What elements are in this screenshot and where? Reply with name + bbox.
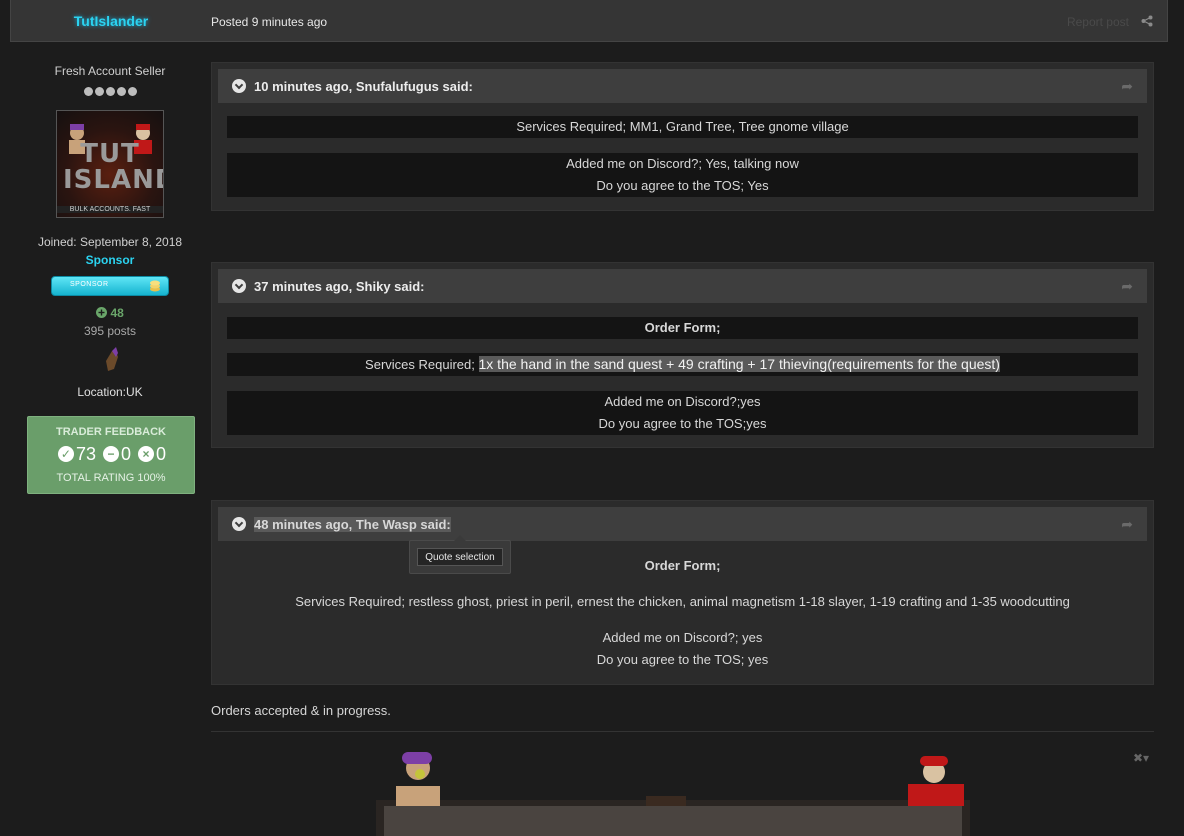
reputation-count: 48 bbox=[110, 306, 124, 320]
sponsor-badge: SPONSOR bbox=[51, 276, 169, 296]
avatar-subtitle: BULK ACCOUNTS. FAST bbox=[57, 206, 163, 213]
quote-citation: 10 minutes ago, Snufalufugus said: bbox=[254, 79, 473, 94]
feedback-title: TRADER FEEDBACK bbox=[56, 426, 166, 438]
joined-date: Joined: September 8, 2018 bbox=[37, 235, 183, 249]
banner-image[interactable] bbox=[376, 750, 970, 836]
go-to-post-icon[interactable]: ➦ bbox=[1121, 278, 1133, 295]
quote-line: Services Required; MM1, Grand Tree, Tree… bbox=[227, 116, 1138, 138]
services-prefix: Services Required; bbox=[365, 357, 479, 372]
services-line: Services Required; 1x the hand in the sa… bbox=[227, 353, 1138, 376]
services-line: Services Required; restless ghost, pries… bbox=[295, 594, 1070, 609]
chevron-down-icon[interactable] bbox=[232, 279, 246, 293]
posted-time[interactable]: Posted 9 minutes ago bbox=[211, 15, 327, 29]
post-count: 395 posts bbox=[83, 324, 137, 338]
quote-selection-tooltip: Quote selection bbox=[409, 535, 511, 574]
quote-block: 37 minutes ago, Shiky said: ➦ Order Form… bbox=[211, 262, 1154, 448]
go-to-post-icon[interactable]: ➦ bbox=[1121, 516, 1133, 533]
reputation[interactable]: 48 bbox=[10, 306, 210, 320]
avatar-logo: TUT ISLANDER bbox=[63, 139, 163, 195]
quote-line: Added me on Discord?;yes Do you agree to… bbox=[227, 391, 1138, 435]
chevron-down-icon[interactable] bbox=[232, 79, 246, 93]
order-form-title: Order Form; bbox=[644, 558, 721, 573]
discord-line: Added me on Discord?;yes bbox=[604, 394, 761, 409]
report-post-link[interactable]: Report post bbox=[1067, 15, 1129, 29]
coins-icon bbox=[150, 280, 160, 292]
quote-line: Added me on Discord?; Yes, talking now D… bbox=[227, 153, 1138, 197]
discord-line: Added me on Discord?; yes bbox=[602, 630, 763, 645]
x-icon: × bbox=[138, 446, 155, 462]
quote-header[interactable]: 37 minutes ago, Shiky said: ➦ bbox=[218, 269, 1147, 303]
location: Location:UK bbox=[77, 385, 143, 399]
quote-citation: 48 minutes ago, The Wasp said: bbox=[254, 517, 451, 532]
rank-pips bbox=[10, 83, 210, 101]
quote-block: 10 minutes ago, Snufalufugus said: ➦ Ser… bbox=[211, 62, 1154, 211]
author-name[interactable]: TutIslander bbox=[11, 13, 211, 29]
chevron-down-icon[interactable] bbox=[232, 517, 246, 531]
plus-circle-icon bbox=[96, 307, 108, 318]
badge-label: SPONSOR bbox=[70, 281, 109, 288]
quote-header[interactable]: 48 minutes ago, The Wasp said: ➦ bbox=[218, 507, 1147, 541]
feedback-neutral: 0 bbox=[121, 444, 132, 464]
member-group: Sponsor bbox=[85, 253, 135, 267]
rank-title: Fresh Account Seller bbox=[54, 64, 166, 78]
feedback-counts: ✓ 73 −0 × 0 bbox=[28, 444, 194, 465]
feedback-positive: 73 bbox=[75, 444, 96, 464]
post-body-text: Orders accepted & in progress. bbox=[211, 703, 391, 718]
tos-line: Do you agree to the TOS; Yes bbox=[596, 178, 769, 193]
quote-block: 48 minutes ago, The Wasp said: ➦ Order F… bbox=[211, 500, 1154, 685]
image-controls-icon[interactable]: ✖▾ bbox=[1133, 751, 1149, 765]
discord-line: Added me on Discord?; Yes, talking now bbox=[566, 156, 799, 171]
divider bbox=[211, 731, 1154, 732]
avatar[interactable]: TUT ISLANDER BULK ACCOUNTS. FAST bbox=[56, 110, 164, 218]
order-form-title: Order Form; bbox=[227, 317, 1138, 339]
tos-line: Do you agree to the TOS;yes bbox=[598, 416, 767, 431]
share-icon[interactable] bbox=[1141, 14, 1153, 32]
feedback-total: TOTAL RATING 100% bbox=[56, 472, 166, 484]
quote-line: Added me on Discord?; yes Do you agree t… bbox=[227, 627, 1138, 671]
tos-line: Do you agree to the TOS; yes bbox=[596, 652, 769, 667]
post-header: TutIslander Posted 9 minutes ago Report … bbox=[10, 0, 1168, 42]
quote-selection-button[interactable]: Quote selection bbox=[417, 548, 503, 566]
go-to-post-icon[interactable]: ➦ bbox=[1121, 78, 1133, 95]
quote-header[interactable]: 10 minutes ago, Snufalufugus said: ➦ bbox=[218, 69, 1147, 103]
quote-citation: 37 minutes ago, Shiky said: bbox=[254, 279, 425, 294]
selected-text[interactable]: 1x the hand in the sand quest + 49 craft… bbox=[478, 356, 1000, 372]
item-icon bbox=[102, 347, 122, 380]
minus-icon: − bbox=[103, 446, 119, 462]
trader-feedback[interactable]: TRADER FEEDBACK ✓ 73 −0 × 0 TOTAL RATING 1… bbox=[27, 416, 195, 494]
feedback-negative: 0 bbox=[156, 444, 167, 464]
check-icon: ✓ bbox=[57, 446, 74, 462]
